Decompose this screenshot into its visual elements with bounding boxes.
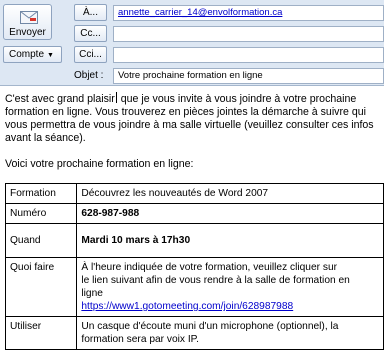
to-button[interactable]: À... bbox=[74, 4, 107, 21]
row-value-quoi-faire: À l'heure indiquée de votre formation, v… bbox=[76, 257, 384, 317]
header-divider bbox=[0, 85, 384, 86]
table-row: Numéro 628-987-988 bbox=[4, 203, 384, 224]
row-value-utiliser: Un casque d'écoute muni d'un microphone … bbox=[76, 316, 384, 350]
cc-field[interactable] bbox=[113, 26, 384, 42]
table-row: Formation Découvrez les nouveautés de Wo… bbox=[4, 183, 384, 204]
row-value-formation: Découvrez les nouveautés de Word 2007 bbox=[76, 183, 384, 204]
body-line-2: formation en ligne. Vous trouverez en pi… bbox=[5, 106, 366, 118]
table-row: Utiliser Un casque d'écoute muni d'un mi… bbox=[4, 316, 384, 350]
subject-label: Objet : bbox=[74, 70, 104, 81]
body-intro-line: Voici votre prochaine formation en ligne… bbox=[5, 158, 194, 170]
bcc-button[interactable]: Cci... bbox=[74, 46, 107, 63]
utiliser-line-1: Un casque d'écoute muni d'un microphone … bbox=[81, 321, 339, 332]
to-field[interactable]: annette_carrier_14@envolformation.ca bbox=[113, 5, 384, 21]
row-label-numero: Numéro bbox=[4, 203, 78, 224]
body-line-4: avant la séance). bbox=[5, 132, 86, 144]
quoi-faire-line-3: ligne bbox=[81, 288, 103, 299]
body-line-1: C'est avec grand plaisir que je vous inv… bbox=[5, 92, 357, 105]
compose-header: Envoyer Compte ▼ À... Cc... Cci... annett… bbox=[0, 0, 384, 85]
cc-button[interactable]: Cc... bbox=[74, 25, 107, 42]
utiliser-line-2: formation sera par voix IP. bbox=[81, 334, 199, 345]
account-button[interactable]: Compte ▼ bbox=[3, 46, 62, 63]
row-value-numero: 628-987-988 bbox=[76, 203, 384, 224]
quoi-faire-line-2: le lien suivant afin de vous rendre à la… bbox=[81, 275, 350, 286]
meeting-link[interactable]: https://www1.gotomeeting.com/join/628987… bbox=[81, 300, 378, 313]
bcc-field[interactable] bbox=[113, 47, 384, 63]
chevron-down-icon: ▼ bbox=[47, 52, 54, 59]
to-recipient[interactable]: annette_carrier_14@envolformation.ca bbox=[118, 7, 282, 18]
message-body[interactable]: C'est avec grand plaisir que je vous inv… bbox=[5, 92, 384, 171]
send-button[interactable]: Envoyer bbox=[3, 4, 52, 40]
send-label: Envoyer bbox=[9, 27, 46, 38]
table-row: Quoi faire À l'heure indiquée de votre f… bbox=[4, 257, 384, 317]
envelope-send-icon bbox=[20, 11, 38, 24]
quoi-faire-line-1: À l'heure indiquée de votre formation, v… bbox=[81, 262, 338, 273]
row-label-quand: Quand bbox=[4, 223, 78, 258]
text-cursor bbox=[115, 92, 117, 103]
row-value-quand: Mardi 10 mars à 17h30 bbox=[76, 223, 384, 258]
row-label-quoi-faire: Quoi faire bbox=[4, 257, 78, 317]
row-label-formation: Formation bbox=[4, 183, 78, 204]
account-label: Compte bbox=[9, 49, 45, 60]
table-row: Quand Mardi 10 mars à 17h30 bbox=[4, 223, 384, 258]
body-line-3: vous permettra de vous joindre à ma sall… bbox=[5, 119, 374, 131]
row-label-utiliser: Utiliser bbox=[4, 316, 78, 350]
training-info-table: Formation Découvrez les nouveautés de Wo… bbox=[4, 183, 384, 350]
subject-field[interactable]: Votre prochaine formation en ligne bbox=[113, 68, 384, 84]
